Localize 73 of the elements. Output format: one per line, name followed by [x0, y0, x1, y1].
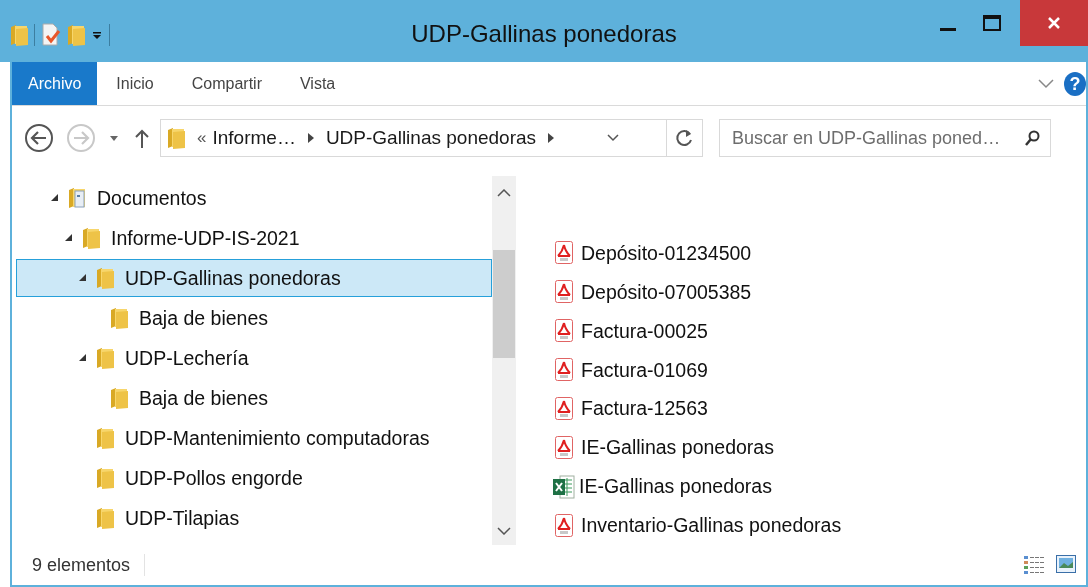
breadcrumb-arrow-icon: [307, 133, 314, 143]
breadcrumb-item[interactable]: Informe…: [212, 127, 296, 149]
folder-icon: [167, 126, 187, 150]
file-item[interactable]: Depósito-01234500: [553, 234, 1086, 273]
scroll-down-icon: [497, 527, 511, 535]
folder-icon: [96, 506, 115, 530]
expand-ribbon-button[interactable]: [1038, 78, 1054, 89]
chevron-down-icon: [607, 134, 620, 142]
tree-item[interactable]: Baja de bienes: [16, 379, 492, 417]
folder-icon: [96, 346, 115, 370]
pdf-file-icon: [555, 280, 573, 305]
tree-item[interactable]: UDP-Pollos engorde: [16, 459, 492, 497]
caret-down-icon: [110, 135, 118, 141]
file-item[interactable]: Factura-00025: [553, 311, 1086, 351]
file-item[interactable]: Depósito-07005385: [553, 272, 1086, 312]
recent-locations-button[interactable]: [110, 135, 118, 141]
details-view-icon: [1024, 555, 1044, 575]
search-field[interactable]: Buscar en UDP-Gallinas poned…: [719, 119, 1051, 157]
folder-icon: [110, 386, 129, 410]
up-button[interactable]: [134, 127, 150, 149]
refresh-icon: [674, 128, 695, 148]
window-title: UDP-Gallinas ponedoras: [411, 20, 677, 47]
minimize-icon: [940, 27, 956, 31]
chevron-down-icon: [1038, 78, 1054, 89]
file-item[interactable]: Factura-12563: [553, 389, 1086, 429]
folder-icon: [96, 466, 115, 490]
address-field[interactable]: « Informe… UDP-Gallinas ponedoras: [160, 119, 703, 157]
folder-icon: [96, 426, 115, 450]
folder-icon: [10, 23, 28, 47]
spreadsheet-file-icon: [553, 474, 575, 499]
folder-icon: [67, 23, 85, 47]
pdf-file-icon: [555, 358, 573, 383]
search-icon: [1024, 130, 1040, 146]
ribbon-tab[interactable]: Archivo: [12, 62, 98, 105]
ribbon-tab[interactable]: Vista: [280, 62, 355, 105]
pdf-file-icon: [555, 241, 573, 266]
document-check-icon: [41, 23, 61, 47]
back-button[interactable]: [24, 123, 54, 153]
customize-caret-icon: [91, 29, 103, 41]
tree-item[interactable]: Informe-UDP-IS-2021: [16, 219, 492, 257]
tree-item[interactable]: UDP-Lechería: [16, 339, 492, 377]
ribbon-tab[interactable]: Compartir: [172, 62, 281, 105]
close-icon: [1047, 16, 1061, 30]
scrollbar[interactable]: [492, 176, 516, 545]
large-icons-view-icon: [1056, 555, 1076, 573]
up-arrow-icon: [134, 127, 150, 149]
documents-folder-icon: [68, 186, 87, 210]
tree-item[interactable]: UDP-Gallinas ponedoras: [16, 259, 492, 297]
pdf-file-icon: [555, 435, 573, 460]
tree-item[interactable]: Documentos: [16, 179, 492, 217]
scroll-up-icon: [497, 189, 511, 197]
ribbon-tab[interactable]: Inicio: [97, 62, 173, 105]
file-item[interactable]: Factura-01069: [553, 350, 1086, 390]
details-view-button[interactable]: [1024, 555, 1044, 575]
item-count: 9 elementos: [32, 554, 131, 576]
folder-icon: [110, 306, 129, 330]
file-item[interactable]: Inventario-Gallinas ponedoras: [553, 506, 1086, 545]
breadcrumb-overflow[interactable]: «: [197, 128, 207, 148]
help-button[interactable]: ?: [1064, 71, 1086, 96]
maximize-icon: [983, 15, 1001, 31]
folder-icon: [96, 266, 115, 290]
folder-icon: [82, 226, 101, 250]
file-item[interactable]: IE-Gallinas ponedoras: [553, 467, 1086, 507]
tree-item[interactable]: Baja de bienes: [16, 299, 492, 337]
breadcrumb-arrow-icon: [548, 133, 555, 143]
file-item[interactable]: IE-Gallinas ponedoras: [553, 428, 1086, 468]
breadcrumb-item[interactable]: UDP-Gallinas ponedoras: [325, 127, 537, 149]
pdf-file-icon: [555, 319, 573, 344]
large-icons-view-button[interactable]: [1056, 555, 1076, 575]
tree-item[interactable]: UDP-Mantenimiento computadoras: [16, 419, 492, 457]
pdf-file-icon: [555, 513, 573, 538]
pdf-file-icon: [555, 396, 573, 421]
tree-item[interactable]: UDP-Tilapias: [16, 499, 492, 537]
